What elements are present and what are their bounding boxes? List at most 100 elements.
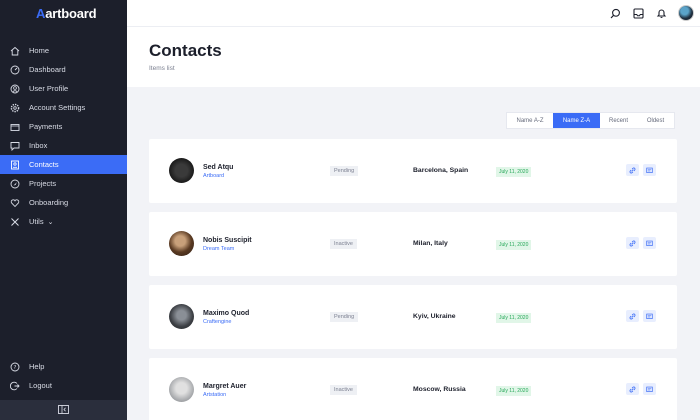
sidebar-item-help[interactable]: ? Help	[0, 357, 127, 376]
sidebar-item-label: Home	[29, 46, 50, 55]
help-icon: ?	[9, 361, 20, 372]
contact-avatar	[169, 304, 194, 329]
sidebar-collapse-icon	[58, 401, 69, 419]
sidebar-item-label: Logout	[29, 381, 52, 390]
topbar	[127, 0, 700, 27]
search-icon[interactable]	[609, 7, 621, 19]
date-badge: July 11, 2020	[496, 240, 532, 250]
link-icon	[629, 240, 636, 246]
sidebar-item-projects[interactable]: Projects	[0, 174, 127, 193]
user-icon	[9, 83, 20, 94]
logout-icon	[9, 380, 20, 391]
brand-logo[interactable]: Aartboard	[0, 0, 127, 27]
home-icon	[9, 45, 20, 56]
sidebar-item-inbox[interactable]: Inbox	[0, 136, 127, 155]
status-badge: Pending	[330, 312, 359, 322]
contact-row: Nobis Suscipit Dream Team Inactive Milan…	[149, 212, 677, 276]
sort-tabs: Name A-Z Name Z-A Recent Oldest	[506, 112, 675, 129]
tools-icon	[9, 216, 20, 227]
message-icon	[646, 313, 653, 319]
contact-city: Milan, Italy	[413, 240, 448, 247]
message-button[interactable]	[643, 310, 656, 322]
message-button[interactable]	[643, 237, 656, 249]
chat-icon	[9, 140, 20, 151]
contact-row: Sed Atqu Artboard Pending Barcelona, Spa…	[149, 139, 677, 203]
sidebar-item-label: Dashboard	[29, 65, 66, 74]
contact-name[interactable]: Margret Auer	[203, 383, 246, 390]
sidebar-item-onboarding[interactable]: Onboarding	[0, 193, 127, 212]
contact-icon	[9, 159, 20, 170]
sidebar-bottom-nav: ? Help Logout	[0, 357, 127, 395]
sidebar-item-label: Inbox	[29, 141, 48, 150]
user-avatar[interactable]	[678, 5, 694, 21]
sidebar-item-utils[interactable]: Utils ⌄	[0, 212, 127, 231]
page-subtitle: Items list	[149, 65, 175, 72]
topbar-actions	[609, 5, 694, 21]
contact-name[interactable]: Nobis Suscipit	[203, 237, 252, 244]
chevron-down-icon: ⌄	[47, 218, 54, 226]
page-header: Contacts Items list	[127, 27, 700, 87]
gauge-icon	[9, 64, 20, 75]
contact-row: Margret Auer Artstation Inactive Moscow,…	[149, 358, 677, 420]
sidebar-item-label: Onboarding	[29, 198, 69, 207]
sidebar-collapse-button[interactable]	[0, 400, 127, 420]
contact-city: Barcelona, Spain	[413, 167, 469, 174]
message-button[interactable]	[643, 164, 656, 176]
sidebar-item-label: User Profile	[29, 84, 69, 93]
contact-row: Maximo Quod Craftengine Pending Kyiv, Uk…	[149, 285, 677, 349]
sidebar-item-payments[interactable]: Payments	[0, 117, 127, 136]
sidebar-item-dashboard[interactable]: Dashboard	[0, 60, 127, 79]
date-badge: July 11, 2020	[496, 313, 532, 323]
sort-tab-recent[interactable]: Recent	[600, 113, 637, 128]
link-button[interactable]	[626, 164, 639, 176]
sort-tab-name-z-a[interactable]: Name Z-A	[553, 113, 600, 128]
sort-tab-oldest[interactable]: Oldest	[637, 113, 674, 128]
sidebar-item-user-profile[interactable]: User Profile	[0, 79, 127, 98]
sidebar-item-label: Help	[29, 362, 45, 371]
contact-city: Moscow, Russia	[413, 386, 466, 393]
sort-tab-name-a-z[interactable]: Name A-Z	[507, 113, 553, 128]
brand-logo-letter: A	[36, 6, 46, 21]
link-icon	[629, 313, 636, 319]
contact-city: Kyiv, Ukraine	[413, 313, 456, 320]
link-button[interactable]	[626, 237, 639, 249]
sidebar-nav: Home Dashboard User Profile Account Sett…	[0, 41, 127, 231]
sidebar-item-label: Account Settings	[29, 103, 86, 112]
message-icon	[646, 240, 653, 246]
sidebar-item-home[interactable]: Home	[0, 41, 127, 60]
contact-avatar	[169, 158, 194, 183]
inbox-icon[interactable]	[632, 7, 644, 19]
heart-icon	[9, 197, 20, 208]
status-badge: Pending	[330, 166, 359, 176]
sidebar-item-logout[interactable]: Logout	[0, 376, 127, 395]
sidebar-item-label: Contacts	[29, 160, 59, 169]
date-badge: July 11, 2020	[496, 167, 532, 177]
contact-name[interactable]: Sed Atqu	[203, 164, 233, 171]
message-button[interactable]	[643, 383, 656, 395]
brand-name: artboard	[45, 6, 97, 21]
contact-avatar	[169, 377, 194, 402]
sidebar-item-label: Utils	[29, 217, 44, 226]
contact-company[interactable]: Dream Team	[203, 246, 234, 252]
status-badge: Inactive	[330, 239, 357, 249]
contact-company[interactable]: Craftengine	[203, 319, 231, 325]
contact-name[interactable]: Maximo Quod	[203, 310, 249, 317]
rocket-icon	[9, 178, 20, 189]
message-icon	[646, 386, 653, 392]
sidebar-item-label: Payments	[29, 122, 63, 131]
link-button[interactable]	[626, 383, 639, 395]
sidebar: Aartboard Home Dashboard User Profile Ac…	[0, 0, 127, 420]
sidebar-item-label: Projects	[29, 179, 57, 188]
link-icon	[629, 386, 636, 392]
page-title: Contacts	[149, 41, 222, 60]
message-icon	[646, 167, 653, 173]
bell-icon[interactable]	[655, 7, 667, 19]
date-badge: July 11, 2020	[496, 386, 532, 396]
contact-company[interactable]: Artstation	[203, 392, 226, 398]
svg-text:?: ?	[13, 365, 16, 371]
sidebar-item-contacts[interactable]: Contacts	[0, 155, 127, 174]
link-button[interactable]	[626, 310, 639, 322]
contact-company[interactable]: Artboard	[203, 173, 224, 179]
contact-avatar	[169, 231, 194, 256]
sidebar-item-account-settings[interactable]: Account Settings	[0, 98, 127, 117]
